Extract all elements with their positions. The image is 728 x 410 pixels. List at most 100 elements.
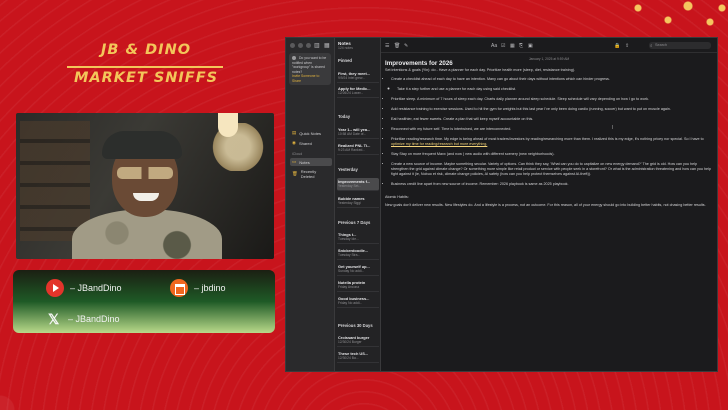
share-invite-card[interactable]: Do you want to be notified when "workgro… [289, 53, 331, 85]
note-item-date: Friday No addi... [338, 301, 363, 305]
note-bullet: Eat healthier, eat fewer sweets. Create … [391, 117, 711, 122]
bookshelf [20, 121, 90, 241]
invite-text: Do you want to be notified when "workgro… [292, 56, 327, 74]
brand-title-line1: JB & DINO [100, 42, 192, 58]
presenter-glasses [117, 167, 173, 179]
minimize-window-button[interactable] [298, 43, 303, 48]
highlighted-text: optimize my time for reading/research bu… [391, 141, 488, 146]
notes-app-window: ▥ ▦ Do you want to be notified when "wor… [285, 37, 718, 372]
note-icon: ▤ [292, 130, 297, 135]
note-item-date: 12/26/24 Lower... [338, 91, 364, 95]
list-item[interactable]: Bubble names Yesterday Siggi [337, 195, 379, 208]
section-previous-30-days: Previous 30 Days [338, 323, 373, 328]
note-item-date: Tuesday Ide... [338, 237, 359, 241]
table-icon[interactable]: ▦ [510, 43, 515, 49]
x-icon: 𝕏 [48, 311, 60, 327]
window-controls [290, 43, 311, 48]
note-bullet: Business credit line apart from new sour… [391, 182, 711, 187]
folder-notes[interactable]: ▭ Notes [290, 158, 332, 166]
section-pinned: Pinned [338, 58, 352, 63]
list-item[interactable]: Good business... Friday No addi... [337, 295, 379, 308]
note-item-date: 12/30/24 Ba... [338, 356, 359, 360]
list-item[interactable]: Get yourself up... Sunday No addi... [337, 263, 379, 276]
icloud-section-header: iCloud [292, 152, 303, 156]
folder-label: Recently Deleted [300, 169, 317, 179]
folders-sidebar: ▥ ▦ Do you want to be notified when "wor… [286, 38, 335, 371]
webcam-feed [16, 113, 274, 259]
list-item[interactable]: Snickerdoodle... Tuesday Stra... [337, 247, 379, 260]
list-item-selected[interactable]: Improvements f... Yesterday Set... [337, 178, 379, 191]
section-today: Today [338, 114, 351, 119]
substack-handle: – jbdino [170, 279, 226, 297]
note-item-date: 12/30/24 Burger [338, 340, 362, 344]
note-item-date: 9:23 AM Ranked... [338, 148, 366, 152]
youtube-handle-text: – JBandDino [70, 283, 122, 293]
checklist-icon[interactable]: ☑ [501, 43, 505, 49]
note-bullet: Create a checklist ahead of each day to … [391, 77, 711, 82]
attachment-icon[interactable]: ⎘ [519, 43, 523, 49]
floral-decoration [618, 0, 728, 38]
list-item[interactable]: First, they meet... 9/9/24 Intel grew... [337, 70, 379, 83]
presenter-smile [133, 193, 159, 201]
folder-recently-deleted[interactable]: 🗑 Recently Deleted [290, 168, 332, 180]
note-closing-text: New goals don't deliver new results. New… [385, 203, 706, 207]
person-icon: ◉ [292, 140, 296, 145]
list-item[interactable]: These tech US... 12/30/24 Ba... [337, 350, 379, 363]
list-item[interactable]: Realized PNL Ti... 9:23 AM Ranked... [337, 142, 379, 155]
invite-link[interactable]: Invite Someone to Share [292, 74, 319, 83]
search-input[interactable]: Search [649, 42, 711, 49]
x-handle: 𝕏 – JBandDino [48, 312, 120, 326]
user-avatar-icon [292, 56, 296, 61]
note-content[interactable]: Improvements for 2026 Set intentions & g… [385, 60, 711, 212]
lock-icon[interactable]: 🔒 [614, 43, 620, 49]
format-text-icon[interactable]: Aa [491, 43, 497, 49]
share-icon[interactable]: ⇪ [625, 43, 629, 49]
note-bullet-list: Create a checklist ahead of each day to … [391, 77, 711, 187]
media-icon[interactable]: ▣ [528, 43, 533, 49]
folder-icon: ▭ [292, 159, 297, 164]
brand-title-line2: MARKET SNIFFS [73, 70, 219, 86]
note-title: Improvements for 2026 [385, 60, 453, 67]
lamp-shade [218, 113, 238, 137]
list-item[interactable]: Apply for Medic... 12/26/24 Lower... [337, 85, 379, 98]
text-cursor-icon: I [612, 125, 614, 131]
editor-toolbar: ☰ 🗑 ✎ Aa ☑ ▦ ⎘ ▣ 🔒 ⇪ Search [381, 38, 717, 53]
folder-label: Notes [299, 159, 310, 165]
list-item[interactable]: Things t... Tuesday Ide... [337, 231, 379, 244]
folder-label: Shared [298, 140, 312, 146]
note-bullet: Prioritize sleep. A minimum of 7 hours o… [391, 97, 711, 102]
note-bullet-with-highlight: Prioritize reading/research time. My edg… [391, 137, 711, 147]
list-item[interactable]: Nutella protein Friday Ancona [337, 279, 379, 292]
list-view-icon[interactable]: ☰ [385, 43, 389, 49]
close-window-button[interactable] [290, 43, 295, 48]
note-intro: Set intentions & goals (Yin): do - Have … [385, 68, 576, 72]
notes-list-header: Notes 124 notes [338, 41, 353, 50]
section-previous-7-days: Previous 7 Days [338, 220, 371, 225]
note-item-date: Yesterday Siggi [338, 201, 361, 205]
folder-shared[interactable]: ◉ Shared [290, 139, 332, 147]
delete-note-icon[interactable]: 🗑 [394, 43, 400, 49]
note-item-date: Sunday No addi... [338, 269, 365, 273]
list-item[interactable]: Year 1-- will yea... 10:58 AM Date of... [337, 126, 379, 139]
social-handles-panel: – JBandDino – jbdino 𝕏 – JBandDino [13, 270, 275, 333]
youtube-icon [46, 279, 64, 297]
brand-divider [67, 66, 223, 68]
section-yesterday: Yesterday [338, 167, 358, 172]
note-item-date: Yesterday Set... [338, 184, 362, 188]
note-item-date: 9/9/24 Intel grew... [338, 76, 365, 80]
notes-count: 124 notes [338, 46, 353, 50]
list-item[interactable]: Croissant burger 12/30/24 Burger [337, 334, 379, 347]
folder-label: Quick Notes [299, 130, 322, 136]
note-closing-label: Atomic Habits: [385, 194, 409, 199]
gallery-view-icon[interactable]: ▦ [324, 42, 330, 49]
sidebar-toggle-icon[interactable]: ▥ [314, 42, 320, 49]
note-bullet: Add resistance training to exercise sess… [391, 107, 711, 112]
note-item-date: Tuesday Stra... [338, 253, 361, 257]
zoom-window-button[interactable] [306, 43, 311, 48]
presenter-cap [102, 131, 182, 159]
folder-quick-notes[interactable]: ▤ Quick Notes [290, 129, 332, 137]
note-bullet: Create a new source of income. Maybe som… [391, 162, 711, 177]
new-note-icon[interactable]: ✎ [404, 43, 408, 49]
note-editor[interactable]: ☰ 🗑 ✎ Aa ☑ ▦ ⎘ ▣ 🔒 ⇪ Search January 1, 2… [381, 38, 717, 371]
trash-icon: 🗑 [292, 171, 298, 176]
